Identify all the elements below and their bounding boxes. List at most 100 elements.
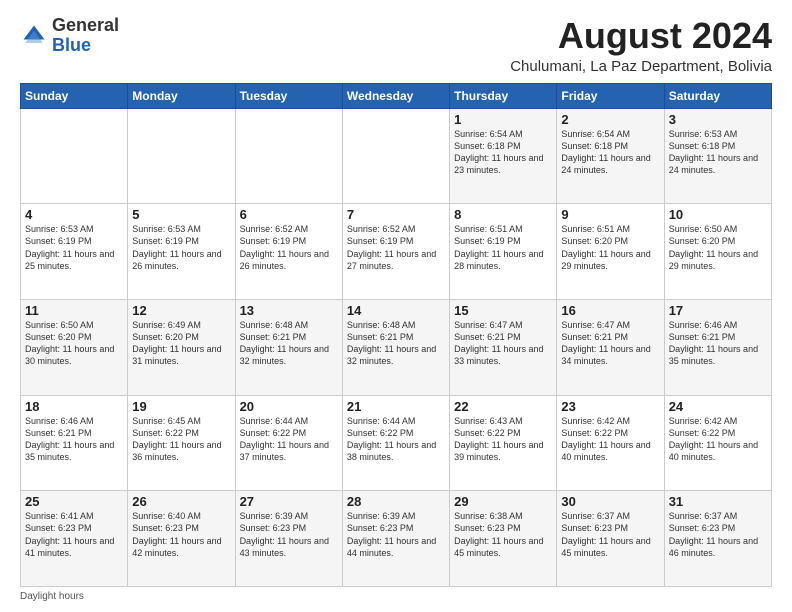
calendar-cell: 8Sunrise: 6:51 AM Sunset: 6:19 PM Daylig…: [450, 204, 557, 300]
calendar-cell: 14Sunrise: 6:48 AM Sunset: 6:21 PM Dayli…: [342, 299, 449, 395]
cell-info: Sunrise: 6:48 AM Sunset: 6:21 PM Dayligh…: [240, 319, 338, 368]
footer-note: Daylight hours: [20, 591, 772, 602]
calendar-cell: 27Sunrise: 6:39 AM Sunset: 6:23 PM Dayli…: [235, 491, 342, 587]
cell-info: Sunrise: 6:42 AM Sunset: 6:22 PM Dayligh…: [561, 415, 659, 464]
calendar-cell: 12Sunrise: 6:49 AM Sunset: 6:20 PM Dayli…: [128, 299, 235, 395]
calendar-cell: [342, 108, 449, 204]
day-number: 31: [669, 494, 767, 509]
dow-header: Tuesday: [235, 83, 342, 108]
calendar-cell: 25Sunrise: 6:41 AM Sunset: 6:23 PM Dayli…: [21, 491, 128, 587]
cell-info: Sunrise: 6:53 AM Sunset: 6:19 PM Dayligh…: [132, 223, 230, 272]
cell-info: Sunrise: 6:41 AM Sunset: 6:23 PM Dayligh…: [25, 510, 123, 559]
title-block: August 2024 Chulumani, La Paz Department…: [510, 16, 772, 75]
calendar-cell: 3Sunrise: 6:53 AM Sunset: 6:18 PM Daylig…: [664, 108, 771, 204]
calendar-cell: 29Sunrise: 6:38 AM Sunset: 6:23 PM Dayli…: [450, 491, 557, 587]
cell-info: Sunrise: 6:42 AM Sunset: 6:22 PM Dayligh…: [669, 415, 767, 464]
day-number: 3: [669, 112, 767, 127]
cell-info: Sunrise: 6:38 AM Sunset: 6:23 PM Dayligh…: [454, 510, 552, 559]
dow-header: Saturday: [664, 83, 771, 108]
cell-info: Sunrise: 6:45 AM Sunset: 6:22 PM Dayligh…: [132, 415, 230, 464]
calendar-cell: 31Sunrise: 6:37 AM Sunset: 6:23 PM Dayli…: [664, 491, 771, 587]
cell-info: Sunrise: 6:43 AM Sunset: 6:22 PM Dayligh…: [454, 415, 552, 464]
calendar-cell: 11Sunrise: 6:50 AM Sunset: 6:20 PM Dayli…: [21, 299, 128, 395]
logo-icon: [20, 22, 48, 50]
calendar-cell: 28Sunrise: 6:39 AM Sunset: 6:23 PM Dayli…: [342, 491, 449, 587]
day-number: 21: [347, 399, 445, 414]
cell-info: Sunrise: 6:39 AM Sunset: 6:23 PM Dayligh…: [347, 510, 445, 559]
cell-info: Sunrise: 6:49 AM Sunset: 6:20 PM Dayligh…: [132, 319, 230, 368]
cell-info: Sunrise: 6:48 AM Sunset: 6:21 PM Dayligh…: [347, 319, 445, 368]
logo-text: General Blue: [52, 16, 119, 56]
calendar-cell: 4Sunrise: 6:53 AM Sunset: 6:19 PM Daylig…: [21, 204, 128, 300]
calendar-cell: 18Sunrise: 6:46 AM Sunset: 6:21 PM Dayli…: [21, 395, 128, 491]
day-number: 9: [561, 207, 659, 222]
day-number: 1: [454, 112, 552, 127]
days-of-week-row: SundayMondayTuesdayWednesdayThursdayFrid…: [21, 83, 772, 108]
calendar-cell: 2Sunrise: 6:54 AM Sunset: 6:18 PM Daylig…: [557, 108, 664, 204]
dow-header: Wednesday: [342, 83, 449, 108]
day-number: 20: [240, 399, 338, 414]
dow-header: Friday: [557, 83, 664, 108]
cell-info: Sunrise: 6:47 AM Sunset: 6:21 PM Dayligh…: [561, 319, 659, 368]
day-number: 23: [561, 399, 659, 414]
calendar-cell: 5Sunrise: 6:53 AM Sunset: 6:19 PM Daylig…: [128, 204, 235, 300]
cell-info: Sunrise: 6:52 AM Sunset: 6:19 PM Dayligh…: [240, 223, 338, 272]
calendar-week-row: 18Sunrise: 6:46 AM Sunset: 6:21 PM Dayli…: [21, 395, 772, 491]
calendar-week-row: 25Sunrise: 6:41 AM Sunset: 6:23 PM Dayli…: [21, 491, 772, 587]
cell-info: Sunrise: 6:37 AM Sunset: 6:23 PM Dayligh…: [561, 510, 659, 559]
cell-info: Sunrise: 6:40 AM Sunset: 6:23 PM Dayligh…: [132, 510, 230, 559]
logo: General Blue: [20, 16, 119, 56]
calendar-cell: [21, 108, 128, 204]
day-number: 12: [132, 303, 230, 318]
calendar-cell: 16Sunrise: 6:47 AM Sunset: 6:21 PM Dayli…: [557, 299, 664, 395]
day-number: 18: [25, 399, 123, 414]
cell-info: Sunrise: 6:53 AM Sunset: 6:19 PM Dayligh…: [25, 223, 123, 272]
day-number: 29: [454, 494, 552, 509]
day-number: 15: [454, 303, 552, 318]
header: General Blue August 2024 Chulumani, La P…: [20, 16, 772, 75]
day-number: 5: [132, 207, 230, 222]
calendar-cell: 19Sunrise: 6:45 AM Sunset: 6:22 PM Dayli…: [128, 395, 235, 491]
day-number: 2: [561, 112, 659, 127]
day-number: 13: [240, 303, 338, 318]
calendar-body: 1Sunrise: 6:54 AM Sunset: 6:18 PM Daylig…: [21, 108, 772, 586]
cell-info: Sunrise: 6:44 AM Sunset: 6:22 PM Dayligh…: [240, 415, 338, 464]
dow-header: Sunday: [21, 83, 128, 108]
day-number: 16: [561, 303, 659, 318]
calendar-cell: [235, 108, 342, 204]
calendar-cell: 21Sunrise: 6:44 AM Sunset: 6:22 PM Dayli…: [342, 395, 449, 491]
day-number: 25: [25, 494, 123, 509]
calendar-week-row: 1Sunrise: 6:54 AM Sunset: 6:18 PM Daylig…: [21, 108, 772, 204]
cell-info: Sunrise: 6:54 AM Sunset: 6:18 PM Dayligh…: [454, 128, 552, 177]
calendar-cell: 1Sunrise: 6:54 AM Sunset: 6:18 PM Daylig…: [450, 108, 557, 204]
calendar-cell: 9Sunrise: 6:51 AM Sunset: 6:20 PM Daylig…: [557, 204, 664, 300]
day-number: 17: [669, 303, 767, 318]
day-number: 30: [561, 494, 659, 509]
day-number: 28: [347, 494, 445, 509]
cell-info: Sunrise: 6:54 AM Sunset: 6:18 PM Dayligh…: [561, 128, 659, 177]
day-number: 10: [669, 207, 767, 222]
cell-info: Sunrise: 6:51 AM Sunset: 6:19 PM Dayligh…: [454, 223, 552, 272]
cell-info: Sunrise: 6:46 AM Sunset: 6:21 PM Dayligh…: [25, 415, 123, 464]
day-number: 6: [240, 207, 338, 222]
calendar-cell: 7Sunrise: 6:52 AM Sunset: 6:19 PM Daylig…: [342, 204, 449, 300]
calendar-page: General Blue August 2024 Chulumani, La P…: [0, 0, 792, 612]
calendar-cell: 15Sunrise: 6:47 AM Sunset: 6:21 PM Dayli…: [450, 299, 557, 395]
calendar-table: SundayMondayTuesdayWednesdayThursdayFrid…: [20, 83, 772, 587]
month-title: August 2024: [510, 16, 772, 56]
day-number: 19: [132, 399, 230, 414]
cell-info: Sunrise: 6:37 AM Sunset: 6:23 PM Dayligh…: [669, 510, 767, 559]
cell-info: Sunrise: 6:47 AM Sunset: 6:21 PM Dayligh…: [454, 319, 552, 368]
day-number: 22: [454, 399, 552, 414]
cell-info: Sunrise: 6:50 AM Sunset: 6:20 PM Dayligh…: [25, 319, 123, 368]
cell-info: Sunrise: 6:52 AM Sunset: 6:19 PM Dayligh…: [347, 223, 445, 272]
calendar-week-row: 11Sunrise: 6:50 AM Sunset: 6:20 PM Dayli…: [21, 299, 772, 395]
calendar-cell: [128, 108, 235, 204]
dow-header: Monday: [128, 83, 235, 108]
day-number: 11: [25, 303, 123, 318]
dow-header: Thursday: [450, 83, 557, 108]
calendar-cell: 20Sunrise: 6:44 AM Sunset: 6:22 PM Dayli…: [235, 395, 342, 491]
cell-info: Sunrise: 6:39 AM Sunset: 6:23 PM Dayligh…: [240, 510, 338, 559]
day-number: 4: [25, 207, 123, 222]
day-number: 26: [132, 494, 230, 509]
